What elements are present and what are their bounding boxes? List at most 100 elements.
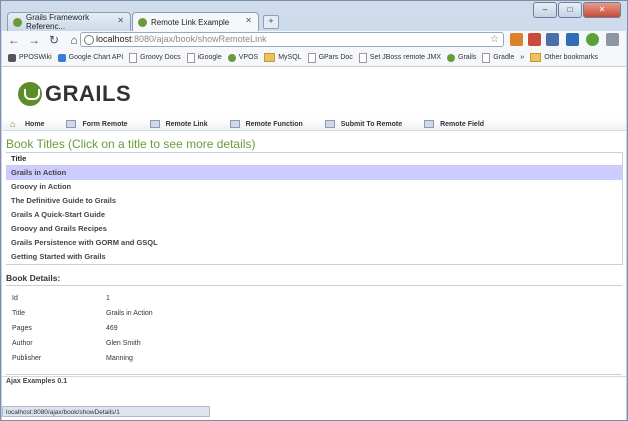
list-icon — [424, 120, 435, 128]
page-icon — [129, 52, 138, 63]
bookmark-item[interactable]: Set JBoss remote JMX — [358, 52, 441, 63]
detail-key: Id — [12, 295, 18, 302]
nav-label: Remote Link — [165, 120, 208, 128]
table-row[interactable]: Grails in Action — [6, 166, 622, 180]
window-controls: – □ ✕ — [533, 2, 621, 18]
detail-row: Id 1 — [6, 291, 622, 306]
grails-favicon-icon — [447, 53, 455, 62]
forward-arrow-icon[interactable]: → — [26, 32, 42, 48]
bookmark-item[interactable]: VPOS — [227, 53, 259, 62]
address-path: :8080/ajax/book/showRemoteLink — [131, 34, 267, 44]
bookmark-item[interactable]: MySQL — [264, 53, 302, 62]
nav-remote-function[interactable]: Remote Function — [229, 120, 303, 128]
grails-cup-icon — [18, 82, 42, 106]
bookmark-label: VPOS — [238, 54, 259, 61]
status-bar-url: localhost:8080/ajax/book/showDetails/1 — [2, 406, 210, 417]
page-icon — [186, 52, 195, 63]
nav-home[interactable]: ⌂ Home — [10, 119, 45, 129]
title-bar: Grails Framework Referenc... ✕ Remote Li… — [1, 1, 627, 32]
bookmark-label: PPOSWiki — [19, 54, 52, 61]
list-icon — [66, 120, 77, 128]
bookmark-label: Groovy Docs — [140, 54, 181, 61]
nav-form-remote[interactable]: Form Remote — [66, 120, 128, 128]
detail-value: 1 — [106, 295, 110, 302]
bookmark-item[interactable]: Groovy Docs — [129, 52, 181, 63]
page-nav: ⌂ Home Form Remote Remote Link Remote Fun… — [2, 118, 626, 131]
address-host: localhost — [96, 34, 132, 44]
bookmark-item[interactable]: Google Chart API — [57, 53, 123, 62]
download-icon[interactable] — [566, 33, 579, 46]
folder-icon — [264, 53, 276, 62]
page-icon — [307, 52, 316, 63]
tab-remote-link-example[interactable]: Remote Link Example ✕ — [132, 12, 259, 32]
bookmarks-overflow-button[interactable]: » — [520, 54, 524, 61]
bookmark-label: Set JBoss remote JMX — [369, 54, 441, 61]
table-header-title: Title — [6, 153, 622, 166]
nav-label: Form Remote — [82, 120, 128, 128]
nav-submit-to-remote[interactable]: Submit To Remote — [324, 120, 403, 128]
bookmark-star-icon[interactable]: ☆ — [490, 33, 499, 46]
table-row[interactable]: The Definitive Guide to Grails — [6, 194, 622, 208]
minimize-button[interactable]: – — [533, 2, 557, 18]
book-details-heading: Book Details: — [6, 273, 61, 283]
tab-grails-reference[interactable]: Grails Framework Referenc... ✕ — [7, 12, 131, 31]
detail-value: Glen Smith — [106, 340, 141, 347]
nav-label: Submit To Remote — [340, 120, 403, 128]
nav-remote-field[interactable]: Remote Field — [424, 120, 484, 128]
detail-row: Author Glen Smith — [6, 336, 622, 351]
globe-icon — [84, 35, 94, 45]
bookmark-item[interactable]: GPars Doc — [307, 52, 353, 63]
address-bar[interactable]: localhost:8080/ajax/book/showRemoteLink … — [80, 32, 504, 47]
chevron-right-icon: » — [520, 54, 525, 61]
bookmark-item[interactable]: Gradle — [482, 52, 514, 63]
page-viewport: GRAILS ⌂ Home Form Remote Remote Link Rem… — [2, 67, 626, 420]
extension-icon[interactable] — [528, 33, 541, 46]
table-row[interactable]: Grails Persistence with GORM and GSQL — [6, 236, 622, 250]
list-icon — [324, 120, 335, 128]
bookmark-item[interactable]: PPOSWiki — [8, 53, 52, 62]
home-icon: ⌂ — [10, 119, 16, 129]
detail-value: Manning — [106, 355, 133, 362]
app-version: Ajax Examples 0.1 — [6, 378, 68, 385]
table-row[interactable]: Groovy and Grails Recipes — [6, 222, 622, 236]
grails-logo[interactable]: GRAILS — [18, 81, 131, 107]
folder-icon — [530, 53, 542, 62]
grails-favicon-icon — [13, 17, 22, 27]
close-icon[interactable]: ✕ — [117, 16, 124, 25]
bookmark-item[interactable]: iGoogle — [186, 52, 222, 63]
logo-text: GRAILS — [45, 81, 132, 106]
google-icon — [57, 53, 66, 62]
extension-icon[interactable] — [586, 33, 599, 46]
bookmark-label: GPars Doc — [318, 54, 353, 61]
close-window-button[interactable]: ✕ — [583, 2, 621, 18]
grails-favicon-icon — [138, 18, 147, 27]
browser-toolbar: ← → ↻ ⌂ localhost:8080/ajax/book/showRem… — [2, 31, 626, 49]
back-arrow-icon[interactable]: ← — [6, 32, 22, 48]
wrench-icon[interactable] — [606, 33, 619, 46]
detail-key: Pages — [12, 325, 32, 332]
table-row[interactable]: Getting Started with Grails — [6, 250, 622, 264]
list-icon — [229, 120, 240, 128]
extension-icon[interactable] — [510, 33, 523, 46]
bookmark-item[interactable]: Other bookmarks — [530, 53, 598, 62]
divider — [2, 376, 626, 377]
page-icon — [358, 52, 367, 63]
detail-value: Grails in Action — [106, 310, 153, 317]
new-tab-button[interactable]: + — [263, 15, 279, 29]
detail-key: Title — [12, 310, 25, 317]
bookmark-item[interactable]: Grails — [447, 53, 476, 62]
close-icon[interactable]: ✕ — [245, 16, 252, 25]
nav-label: Home — [25, 120, 45, 128]
list-icon — [149, 120, 160, 128]
table-row[interactable]: Grails A Quick-Start Guide — [6, 208, 622, 222]
extension-icon[interactable] — [546, 33, 559, 46]
detail-row: Title Grails in Action — [6, 306, 622, 321]
nav-remote-link[interactable]: Remote Link — [149, 120, 208, 128]
book-titles-table: Title Grails in Action Groovy in Action … — [6, 152, 623, 265]
reload-icon[interactable]: ↻ — [46, 32, 62, 48]
detail-key: Publisher — [12, 355, 42, 362]
table-row[interactable]: Groovy in Action — [6, 180, 622, 194]
detail-row: Publisher Manning — [6, 351, 622, 366]
detail-row: Pages 469 — [6, 321, 622, 336]
maximize-button[interactable]: □ — [558, 2, 582, 18]
